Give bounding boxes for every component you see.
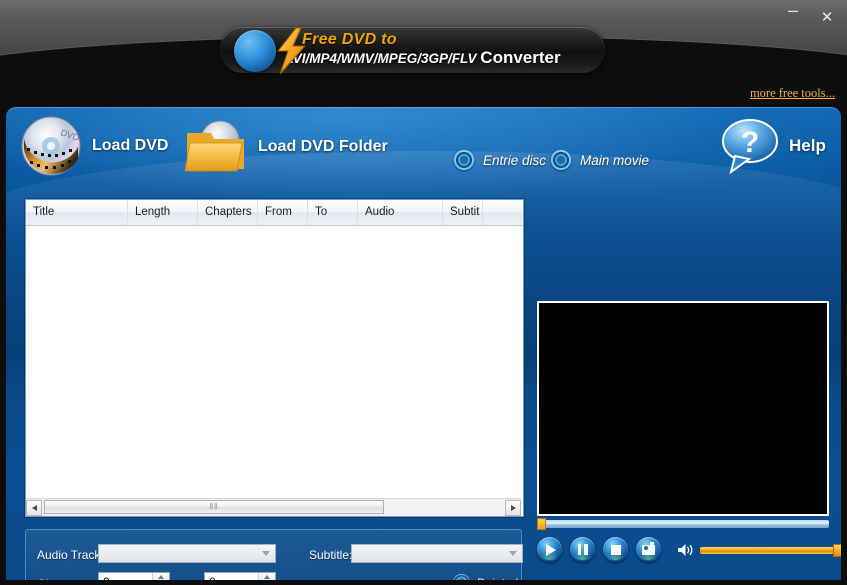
- caret-up-icon: [158, 575, 164, 579]
- player-controls: [537, 537, 661, 562]
- scrollbar-track[interactable]: ‖‖: [42, 499, 505, 516]
- chapter-from-increment[interactable]: [153, 573, 169, 580]
- column-header-from[interactable]: From: [258, 200, 308, 225]
- radio-icon: [454, 150, 474, 170]
- speaker-icon[interactable]: [677, 543, 694, 557]
- caret-up-icon: [264, 575, 270, 579]
- chapter-from-value: 0: [99, 575, 152, 580]
- stop-icon: [611, 545, 621, 555]
- play-button[interactable]: [537, 537, 562, 562]
- chapter-to-word: to: [184, 577, 194, 580]
- chapter-label: Chapter:: [37, 577, 83, 580]
- entire-disc-radio[interactable]: Entrie disc: [454, 150, 546, 170]
- column-header-subtitle[interactable]: Subtit: [443, 200, 483, 225]
- scrollbar-grip: ‖‖: [210, 503, 219, 511]
- load-dvd-label: Load DVD: [92, 137, 168, 155]
- entire-disc-label: Entrie disc: [483, 153, 546, 168]
- pause-icon: [578, 544, 588, 555]
- more-free-tools-link[interactable]: more free tools...: [750, 86, 835, 101]
- scroll-left-arrow-icon[interactable]: [26, 500, 42, 516]
- volume-control: [677, 543, 840, 557]
- camera-icon: [642, 545, 655, 555]
- banner-formats: AVI/MP4/WMV/MPEG/3GP/FLV: [284, 51, 477, 66]
- column-header-title[interactable]: Title: [26, 200, 128, 225]
- main-toolbar: DVD Load DVD: [6, 107, 841, 189]
- seek-slider-track[interactable]: [537, 520, 829, 528]
- deinterlace-option[interactable]: Deinterlace: [453, 574, 538, 580]
- chapter-from-stepper[interactable]: 0: [98, 572, 170, 580]
- column-header-chapters[interactable]: Chapters: [198, 200, 258, 225]
- chevron-down-icon: [262, 551, 270, 556]
- scroll-right-arrow-icon[interactable]: [505, 500, 521, 516]
- svg-text:?: ?: [741, 126, 759, 159]
- subtitle-dropdown[interactable]: [351, 544, 523, 563]
- volume-slider-handle[interactable]: [833, 544, 841, 557]
- snapshot-button[interactable]: [636, 537, 661, 562]
- lightning-bolt-icon: [274, 27, 308, 75]
- radio-icon: [551, 150, 571, 170]
- column-header-length[interactable]: Length: [128, 200, 198, 225]
- close-button[interactable]: ✕: [815, 8, 839, 28]
- column-header-to[interactable]: To: [308, 200, 358, 225]
- play-icon: [546, 544, 556, 556]
- chevron-down-icon: [509, 551, 517, 556]
- logo-circle: [234, 30, 276, 72]
- deinterlace-label: Deinterlace: [477, 576, 538, 581]
- horizontal-scrollbar[interactable]: ‖‖: [26, 498, 521, 516]
- stepper-buttons: [258, 573, 275, 580]
- load-dvd-button[interactable]: DVD Load DVD: [20, 115, 168, 177]
- column-header-audio[interactable]: Audio: [358, 200, 443, 225]
- chapter-to-stepper[interactable]: 0: [204, 572, 276, 580]
- banner-line-1: Free DVD to: [284, 31, 596, 49]
- main-movie-label: Main movie: [580, 153, 649, 168]
- chapter-to-increment[interactable]: [259, 573, 275, 580]
- subtitle-label: Subtitle:: [309, 548, 352, 562]
- application-window: – ✕ Free DVD to AVI/MP4/WMV/MPEG/3GP/FLV…: [0, 0, 847, 585]
- video-preview[interactable]: [537, 301, 829, 516]
- banner-converter-word: Converter: [480, 48, 560, 67]
- main-panel: DVD Load DVD: [6, 107, 841, 580]
- dvd-folder-icon: [184, 119, 248, 175]
- load-dvd-folder-label: Load DVD Folder: [258, 138, 388, 156]
- audio-track-label: Audio Track:: [37, 548, 104, 562]
- window-controls: – ✕: [781, 4, 839, 31]
- help-button[interactable]: ? Help: [719, 118, 826, 174]
- main-movie-radio[interactable]: Main movie: [551, 150, 649, 170]
- title-list-header: Title Length Chapters From To Audio Subt…: [26, 200, 523, 226]
- help-question-bubble-icon: ?: [719, 118, 781, 174]
- seek-slider-handle[interactable]: [537, 518, 546, 530]
- dvd-disc-icon: DVD: [20, 115, 82, 177]
- title-list-body[interactable]: [26, 226, 523, 493]
- volume-slider-track[interactable]: [700, 547, 840, 554]
- radio-icon: [453, 574, 470, 580]
- title-bar: – ✕ Free DVD to AVI/MP4/WMV/MPEG/3GP/FLV…: [0, 0, 847, 118]
- stepper-buttons: [152, 573, 169, 580]
- minimize-button[interactable]: –: [781, 4, 805, 31]
- chapter-to-value: 0: [205, 575, 258, 580]
- title-list[interactable]: Title Length Chapters From To Audio Subt…: [25, 199, 524, 517]
- banner-text: Free DVD to AVI/MP4/WMV/MPEG/3GP/FLV Con…: [284, 31, 596, 68]
- audio-track-dropdown[interactable]: [98, 544, 276, 563]
- pause-button[interactable]: [570, 537, 595, 562]
- app-logo-banner: Free DVD to AVI/MP4/WMV/MPEG/3GP/FLV Con…: [220, 27, 605, 73]
- banner-line-2: AVI/MP4/WMV/MPEG/3GP/FLV Converter: [284, 49, 596, 68]
- load-dvd-folder-button[interactable]: Load DVD Folder: [184, 119, 388, 175]
- scrollbar-thumb[interactable]: ‖‖: [44, 500, 384, 514]
- stop-button[interactable]: [603, 537, 628, 562]
- help-label: Help: [789, 136, 826, 156]
